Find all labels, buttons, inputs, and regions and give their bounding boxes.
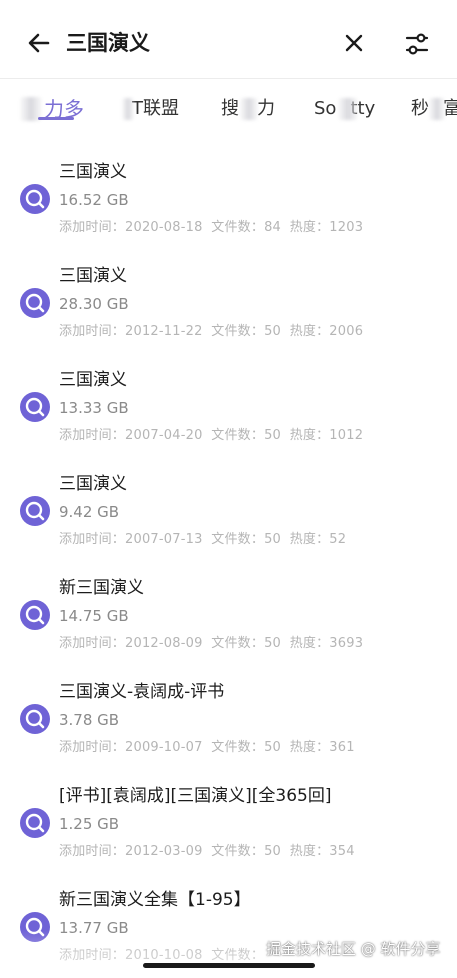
magnet-search-icon [20, 808, 50, 838]
result-size: 3.78 GB [59, 711, 120, 729]
result-item[interactable]: 三国演义 9.42 GB 添加时间：2007-07-13 文件数：50 热度：5… [0, 458, 457, 562]
result-title: [评书][袁阔成][三国演义][全365回] [59, 786, 332, 806]
result-meta: 添加时间：2007-07-13 文件数：50 热度：52 [59, 532, 347, 547]
result-title: 三国演义-袁阔成-评书 [59, 682, 225, 702]
result-meta: 添加时间：2007-04-20 文件数：50 热度：1012 [59, 428, 364, 443]
search-query-title[interactable]: 三国演义 [66, 28, 150, 58]
tab-label: 搜 [221, 98, 239, 119]
magnet-search-icon [20, 496, 50, 526]
magnet-search-icon [20, 184, 50, 214]
magnet-search-icon [20, 704, 50, 734]
result-item[interactable]: 三国演义 16.52 GB 添加时间：2020-08-18 文件数：84 热度：… [0, 146, 457, 250]
result-size: 14.75 GB [59, 607, 129, 625]
result-size: 9.42 GB [59, 503, 120, 521]
search-header: 三国演义 [0, 0, 457, 78]
magnet-search-icon [20, 392, 50, 422]
tab-label: So [314, 98, 337, 119]
result-title: 三国演义 [59, 474, 127, 494]
magnet-search-icon [20, 288, 50, 318]
result-meta: 添加时间：2012-11-22 文件数：50 热度：2006 [59, 324, 364, 339]
result-title: 三国演义 [59, 162, 127, 182]
arrow-left-icon[interactable] [26, 30, 52, 56]
home-indicator[interactable] [143, 963, 315, 968]
result-item[interactable]: 三国演义 13.33 GB 添加时间：2007-04-20 文件数：50 热度：… [0, 354, 457, 458]
result-size: 13.77 GB [59, 919, 129, 937]
tab-source-3[interactable]: 搜力 [221, 95, 275, 123]
result-item[interactable]: [评书][袁阔成][三国演义][全365回] 1.25 GB 添加时间：2012… [0, 770, 457, 874]
tab-source-2[interactable]: T联盟 [122, 95, 179, 123]
result-meta: 添加时间：2020-08-18 文件数：84 热度：1203 [59, 220, 364, 235]
result-size: 1.25 GB [59, 815, 120, 833]
sliders-icon[interactable] [403, 30, 431, 58]
magnet-search-icon [20, 600, 50, 630]
result-title: 新三国演义全集【1-95】 [59, 890, 251, 910]
result-item[interactable]: 新三国演义 14.75 GB 添加时间：2012-08-09 文件数：50 热度… [0, 562, 457, 666]
close-icon[interactable] [342, 31, 366, 55]
result-title: 三国演义 [59, 266, 127, 286]
source-tabs: 力多 T联盟 搜力 So tty 秒富 [0, 79, 457, 141]
watermark: 掘金技术社区 @ 软件分享 [266, 940, 441, 958]
result-size: 16.52 GB [59, 191, 129, 209]
result-meta: 添加时间：2012-08-09 文件数：50 热度：3693 [59, 636, 364, 651]
result-title: 新三国演义 [59, 578, 144, 598]
active-tab-indicator [38, 117, 74, 120]
result-meta: 添加时间：2012-03-09 文件数：50 热度：354 [59, 844, 355, 859]
result-size: 13.33 GB [59, 399, 129, 417]
tab-label: 秒 [411, 98, 429, 119]
result-size: 28.30 GB [59, 295, 129, 313]
result-item[interactable]: 三国演义 28.30 GB 添加时间：2012-11-22 文件数：50 热度：… [0, 250, 457, 354]
tab-source-4[interactable]: So tty [314, 95, 375, 123]
magnet-search-icon [20, 912, 50, 942]
result-title: 三国演义 [59, 370, 127, 390]
result-meta: 添加时间：2009-10-07 文件数：50 热度：361 [59, 740, 355, 755]
result-item[interactable]: 三国演义-袁阔成-评书 3.78 GB 添加时间：2009-10-07 文件数：… [0, 666, 457, 770]
tab-source-5[interactable]: 秒富 [411, 95, 457, 123]
